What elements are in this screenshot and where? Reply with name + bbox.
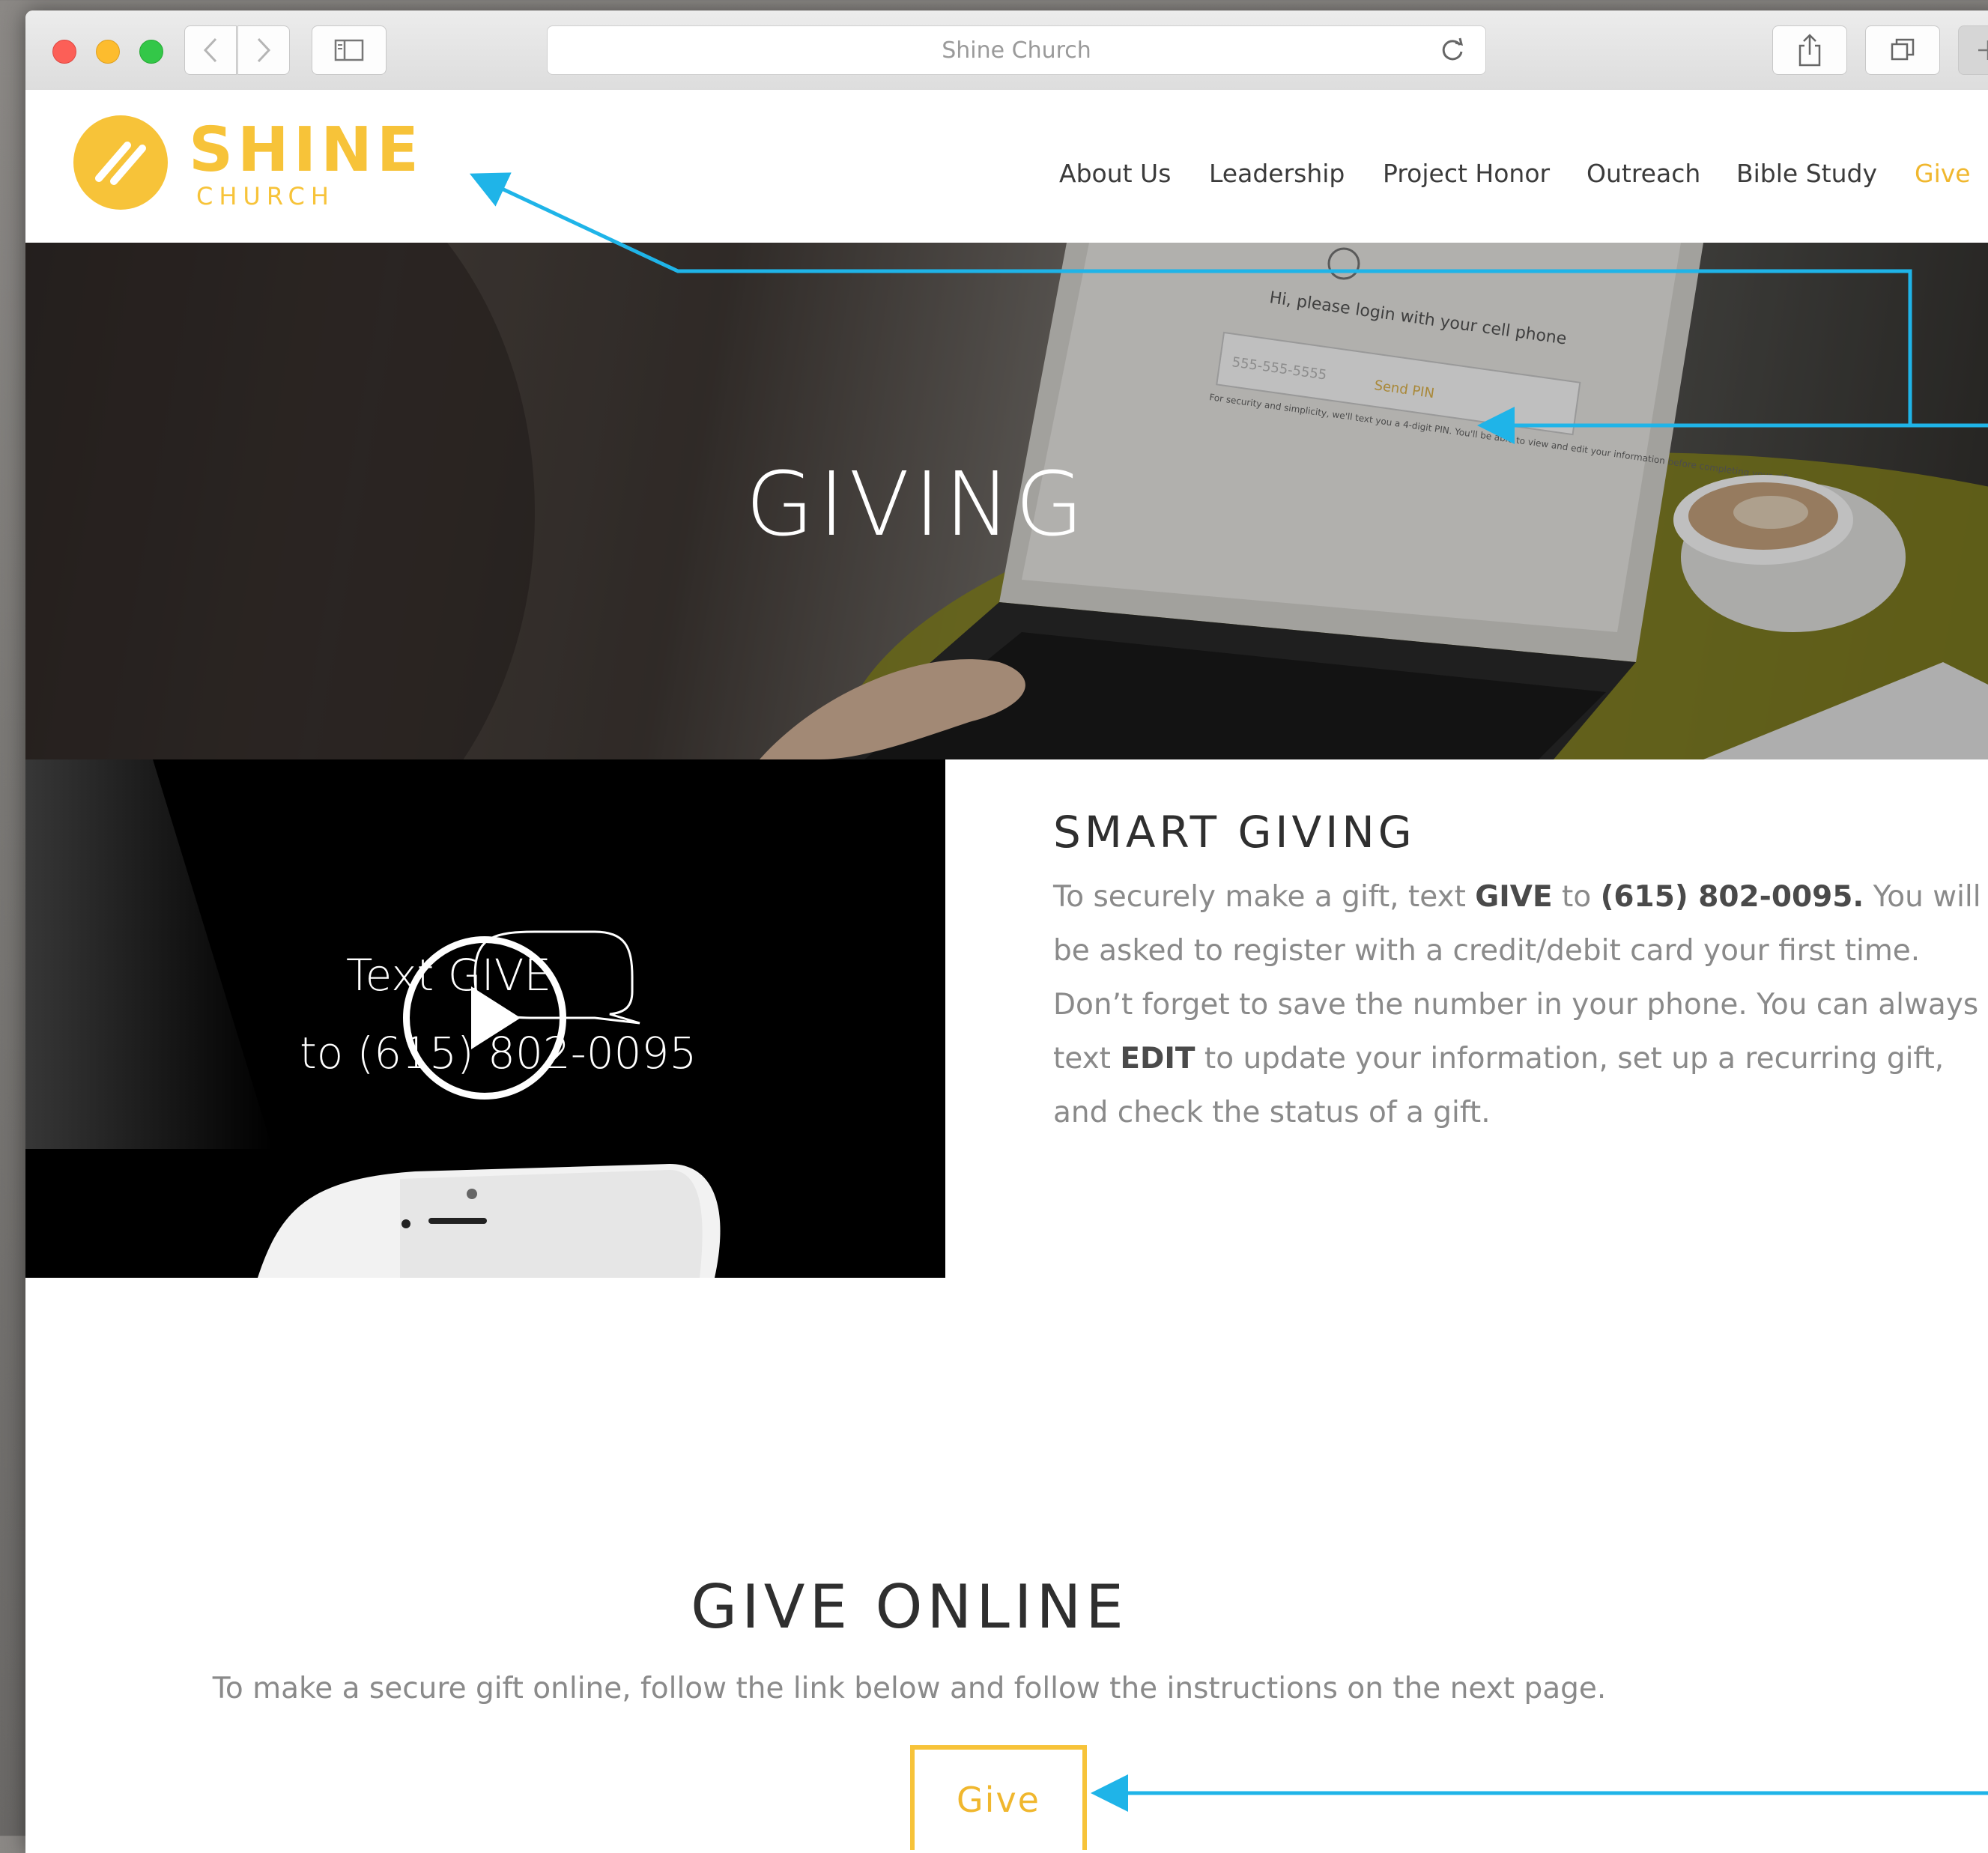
chevron-right-icon [257, 37, 271, 63]
site-header: SHINE CHURCH About Us Leadership Project… [25, 90, 1988, 243]
smart-giving-body: To securely make a gift, text GIVE to (6… [1053, 870, 1982, 1140]
nav-bible-study[interactable]: Bible Study [1736, 159, 1877, 188]
smart-giving-text-2: to [1552, 880, 1601, 914]
chevron-left-icon [203, 37, 217, 63]
nav-leadership[interactable]: Leadership [1209, 159, 1345, 188]
smart-giving-text-1: To securely make a gift, text [1053, 880, 1476, 914]
nav-project-honor[interactable]: Project Honor [1383, 159, 1550, 188]
logo-wordmark[interactable]: SHINE [189, 120, 423, 181]
close-window-button[interactable] [52, 40, 76, 64]
share-icon [1798, 34, 1821, 67]
nav-outreach[interactable]: Outreach [1587, 159, 1700, 188]
sidebar-toggle-button[interactable] [312, 25, 387, 75]
edit-keyword: EDIT [1120, 1042, 1195, 1076]
forward-button[interactable] [237, 25, 290, 75]
browser-window: Shine Church SHINE CHURCH About Us Leade… [25, 10, 1988, 1853]
smart-giving-title: SMART GIVING [1053, 807, 1416, 858]
nav-give[interactable]: Give [1915, 159, 1971, 188]
plus-icon [1978, 40, 1988, 60]
nav-about-us[interactable]: About Us [1059, 159, 1171, 188]
give-phone-number: (615) 802-0095. [1600, 880, 1864, 914]
give-online-body: To make a secure gift online, follow the… [212, 1672, 1607, 1705]
tabs-overview-button[interactable] [1865, 25, 1940, 75]
give-keyword: GIVE [1475, 880, 1553, 914]
hero-title: GIVING [745, 452, 1088, 556]
logo-subtitle: CHURCH [196, 182, 335, 210]
logo-mark-icon[interactable] [73, 115, 168, 210]
hero-banner: Hi, please login with your cell phone 55… [25, 243, 1988, 759]
minimize-window-button[interactable] [96, 40, 120, 64]
back-button[interactable] [184, 25, 237, 75]
browser-toolbar: Shine Church [25, 10, 1988, 91]
zoom-window-button[interactable] [139, 40, 163, 64]
smart-giving-video[interactable]: Text GIVE to (615) 802-0095 [25, 759, 945, 1278]
reload-icon[interactable] [1437, 35, 1467, 71]
share-button[interactable] [1772, 25, 1847, 75]
give-online-button[interactable]: Give [910, 1745, 1087, 1850]
sidebar-icon [334, 39, 364, 61]
address-text: Shine Church [942, 37, 1091, 64]
address-bar[interactable]: Shine Church [547, 25, 1486, 75]
tabs-icon [1891, 38, 1915, 61]
play-button[interactable] [403, 936, 566, 1100]
new-tab-button[interactable] [1958, 25, 1988, 75]
play-icon [471, 986, 521, 1049]
give-online-title: GIVE ONLINE [691, 1572, 1128, 1642]
